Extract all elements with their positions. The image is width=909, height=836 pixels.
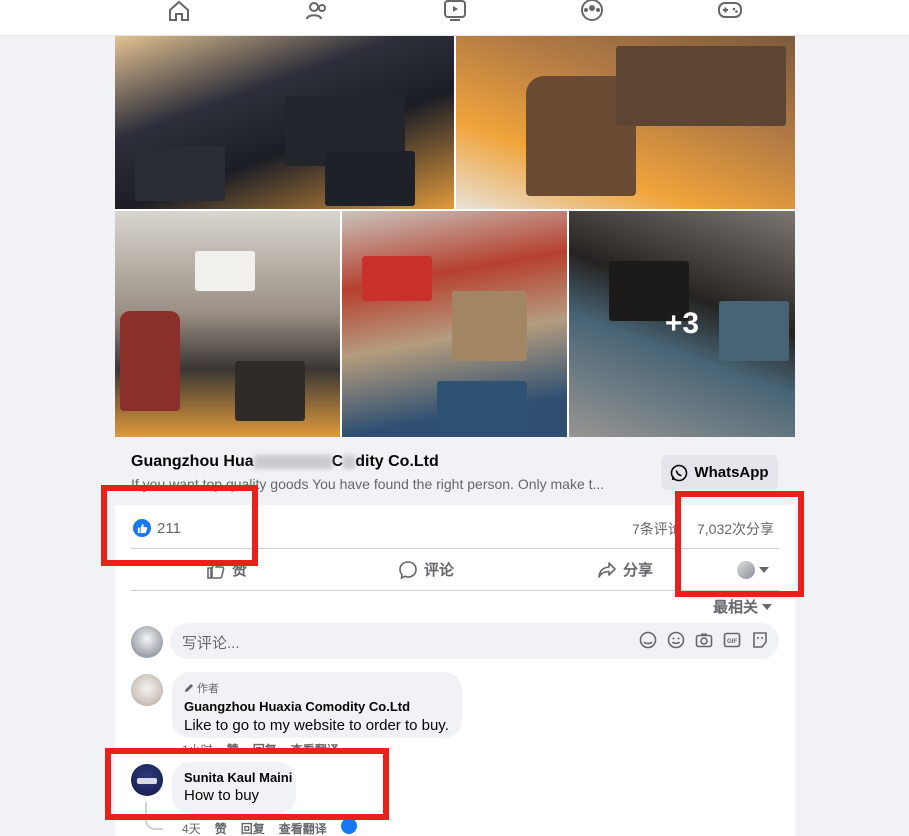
top-navigation xyxy=(0,0,909,36)
comment-text: Like to go to my website to order to buy… xyxy=(184,717,449,734)
gif-icon[interactable]: GIF xyxy=(723,631,741,649)
pencil-icon xyxy=(185,684,193,692)
highlight-box-likes xyxy=(101,485,258,566)
camera-icon[interactable] xyxy=(695,631,713,649)
redaction-blur xyxy=(343,454,356,469)
post-photo-4[interactable] xyxy=(342,211,567,437)
comment-icon xyxy=(399,560,417,579)
comment-placeholder: 写评论... xyxy=(182,635,240,652)
home-icon[interactable] xyxy=(167,0,195,22)
highlight-box-comment xyxy=(105,748,389,820)
watch-icon[interactable] xyxy=(443,0,471,22)
post-photo-1[interactable] xyxy=(115,36,454,209)
share-button[interactable]: 分享 xyxy=(597,559,653,580)
highlight-box-shares xyxy=(675,491,804,597)
friends-icon[interactable] xyxy=(305,0,333,22)
link-title[interactable]: Guangzhou Hua Cdity Co.Ltd xyxy=(131,453,439,471)
comment-author-name[interactable]: Guangzhou Huaxia Comodity Co.Ltd xyxy=(184,699,450,714)
emoji-icon[interactable] xyxy=(667,631,685,649)
comment-input[interactable]: 写评论... GIF xyxy=(170,623,779,659)
avatar-sticker-icon[interactable] xyxy=(639,631,657,649)
comment-bubble: 作者 Guangzhou Huaxia Comodity Co.Ltd Like… xyxy=(172,672,462,738)
groups-icon[interactable] xyxy=(580,0,608,22)
post-photo-3[interactable] xyxy=(115,211,340,437)
svg-text:GIF: GIF xyxy=(727,639,737,645)
redaction-blur xyxy=(253,454,332,469)
current-user-avatar[interactable] xyxy=(131,626,163,658)
post-photo-2[interactable] xyxy=(456,36,795,209)
comment-button[interactable]: 评论 xyxy=(398,559,454,580)
like-reaction-icon xyxy=(340,818,357,834)
author-badge: 作者 xyxy=(184,680,450,696)
sticker-icon[interactable] xyxy=(751,631,769,649)
comment-meta: 4天 赞 回复 查看翻译 xyxy=(182,818,357,836)
post-photo-5-more[interactable]: +3 xyxy=(569,211,795,437)
post-card: +3 Guangzhou Hua Cdity Co.Ltd If you want… xyxy=(115,36,795,836)
caret-down-icon xyxy=(762,603,773,610)
more-photos-count: +3 xyxy=(569,211,795,437)
whatsapp-icon xyxy=(671,464,688,481)
whatsapp-button[interactable]: WhatsApp xyxy=(661,455,778,490)
comment-avatar[interactable] xyxy=(131,674,163,706)
share-icon xyxy=(598,561,616,578)
gaming-icon[interactable] xyxy=(718,0,746,22)
comment-sort[interactable]: 最相关 xyxy=(713,596,773,617)
